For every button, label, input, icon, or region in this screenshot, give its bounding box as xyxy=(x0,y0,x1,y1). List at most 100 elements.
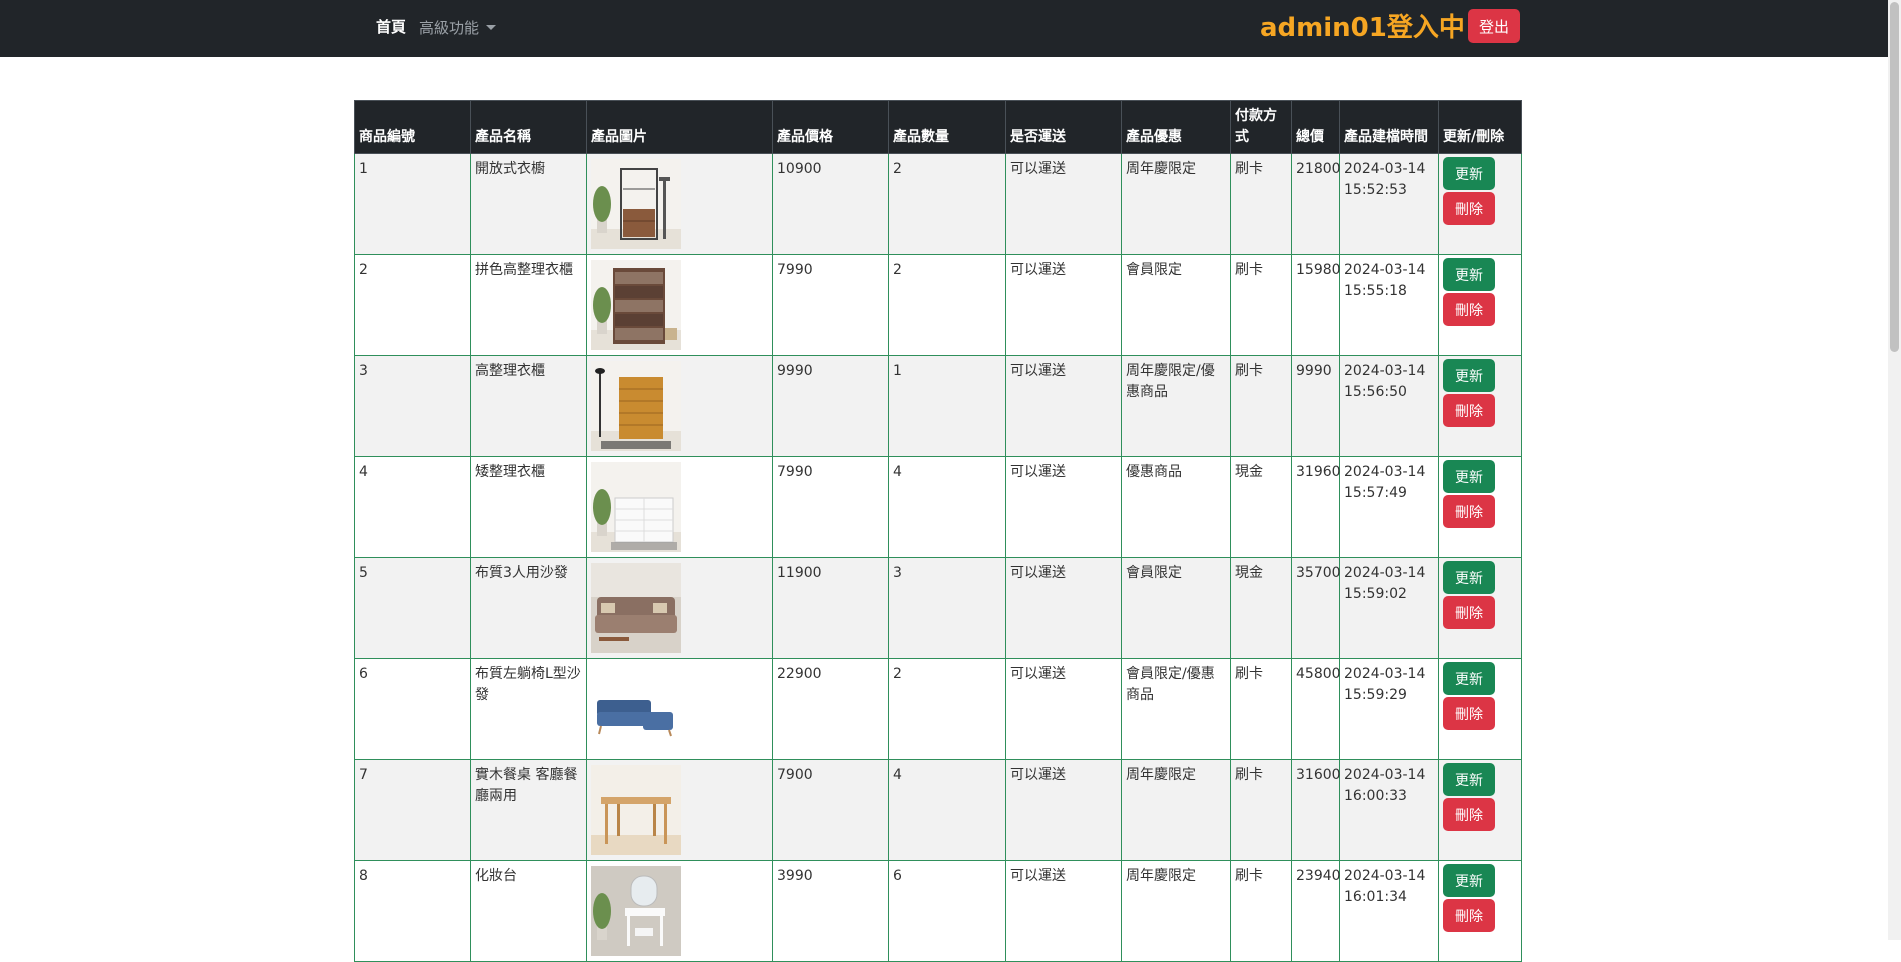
promo-cell: 周年慶限定 xyxy=(1121,759,1231,861)
product-id-cell: 6 xyxy=(354,658,471,760)
table-body: 1 開放式衣櫥 10900 2 可以運送 周年慶限定 刷卡 21800 2024-03-14 1… xyxy=(354,153,1522,962)
update-button[interactable]: 更新 xyxy=(1443,864,1495,897)
promo-cell: 會員限定 xyxy=(1121,557,1231,659)
login-status-text: admin01登入中! xyxy=(1260,13,1477,43)
delete-button[interactable]: 刪除 xyxy=(1443,899,1495,932)
delete-button[interactable]: 刪除 xyxy=(1443,495,1495,528)
nav-home-link[interactable]: 首頁 xyxy=(376,16,406,37)
delete-button[interactable]: 刪除 xyxy=(1443,798,1495,831)
product-image-cell xyxy=(586,254,773,356)
update-button[interactable]: 更新 xyxy=(1443,258,1495,291)
actions-cell: 更新 刪除 xyxy=(1438,254,1522,356)
actions-cell: 更新 刪除 xyxy=(1438,557,1522,659)
product-name-cell: 布質左躺椅L型沙發 xyxy=(470,658,587,760)
product-thumbnail xyxy=(591,159,681,249)
delete-button[interactable]: 刪除 xyxy=(1443,192,1495,225)
promo-cell: 優惠商品 xyxy=(1121,456,1231,558)
header-product-image: 產品圖片 xyxy=(586,100,773,154)
shipping-cell: 可以運送 xyxy=(1005,153,1122,255)
product-name-cell: 矮整理衣櫃 xyxy=(470,456,587,558)
promo-cell: 周年慶限定/優惠商品 xyxy=(1121,355,1231,457)
actions-cell: 更新 刪除 xyxy=(1438,759,1522,861)
caret-down-icon xyxy=(486,25,497,30)
table-row: 5 布質3人用沙發 11900 3 可以運送 會員限定 現金 35700 2024-03-14 … xyxy=(354,557,1522,659)
product-qty-cell: 6 xyxy=(888,860,1006,962)
product-price-cell: 11900 xyxy=(772,557,889,659)
update-button[interactable]: 更新 xyxy=(1443,359,1495,392)
payment-cell: 刷卡 xyxy=(1230,860,1292,962)
product-image-cell xyxy=(586,355,773,457)
product-thumbnail xyxy=(591,462,681,552)
payment-cell: 現金 xyxy=(1230,456,1292,558)
table-row: 1 開放式衣櫥 10900 2 可以運送 周年慶限定 刷卡 21800 2024-03-14 1… xyxy=(354,153,1522,255)
product-image-cell xyxy=(586,456,773,558)
update-button[interactable]: 更新 xyxy=(1443,157,1495,190)
nav-advanced-dropdown[interactable]: 高級功能 xyxy=(419,17,497,38)
actions-cell: 更新 刪除 xyxy=(1438,355,1522,457)
header-product-id: 商品編號 xyxy=(354,100,471,154)
product-name-cell: 開放式衣櫥 xyxy=(470,153,587,255)
product-image-cell xyxy=(586,759,773,861)
actions-cell: 更新 刪除 xyxy=(1438,153,1522,255)
product-id-cell: 7 xyxy=(354,759,471,861)
product-image-cell xyxy=(586,860,773,962)
header-promo: 產品優惠 xyxy=(1121,100,1231,154)
product-qty-cell: 4 xyxy=(888,759,1006,861)
product-image-cell xyxy=(586,658,773,760)
header-payment: 付款方式 xyxy=(1230,100,1292,154)
product-name-cell: 拼色高整理衣櫃 xyxy=(470,254,587,356)
header-product-qty: 產品數量 xyxy=(888,100,1006,154)
update-button[interactable]: 更新 xyxy=(1443,662,1495,695)
product-qty-cell: 1 xyxy=(888,355,1006,457)
logout-button[interactable]: 登出 xyxy=(1468,9,1520,43)
product-id-cell: 2 xyxy=(354,254,471,356)
product-price-cell: 3990 xyxy=(772,860,889,962)
product-image-cell xyxy=(586,153,773,255)
update-button[interactable]: 更新 xyxy=(1443,460,1495,493)
total-cell: 21800 xyxy=(1291,153,1341,255)
product-name-cell: 化妝台 xyxy=(470,860,587,962)
table-row: 6 布質左躺椅L型沙發 22900 2 可以運送 會員限定/優惠商品 刷卡 45800 2024… xyxy=(354,658,1522,760)
actions-cell: 更新 刪除 xyxy=(1438,658,1522,760)
created-time-cell: 2024-03-14 15:57:49 xyxy=(1339,456,1439,558)
page-scrollbar[interactable] xyxy=(1888,0,1901,940)
promo-cell: 周年慶限定 xyxy=(1121,153,1231,255)
shipping-cell: 可以運送 xyxy=(1005,254,1122,356)
payment-cell: 現金 xyxy=(1230,557,1292,659)
total-cell: 31960 xyxy=(1291,456,1341,558)
table-row: 8 化妝台 3990 6 可以運送 周年慶限定 刷卡 23940 2024-03-14 16:0… xyxy=(354,860,1522,962)
total-cell: 9990 xyxy=(1291,355,1340,457)
delete-button[interactable]: 刪除 xyxy=(1443,697,1495,730)
total-cell: 15980 xyxy=(1291,254,1341,356)
table-row: 7 實木餐桌 客廳餐廳兩用 7900 4 可以運送 周年慶限定 刷卡 31600 2024-03… xyxy=(354,759,1522,861)
product-price-cell: 7990 xyxy=(772,254,889,356)
actions-cell: 更新 刪除 xyxy=(1438,456,1522,558)
header-product-price: 產品價格 xyxy=(772,100,889,154)
total-cell: 35700 xyxy=(1291,557,1341,659)
delete-button[interactable]: 刪除 xyxy=(1443,596,1495,629)
product-id-cell: 4 xyxy=(354,456,471,558)
created-time-cell: 2024-03-14 15:55:18 xyxy=(1339,254,1439,356)
product-price-cell: 10900 xyxy=(772,153,889,255)
table-row: 3 高整理衣櫃 9990 1 可以運送 周年慶限定/優惠商品 刷卡 9990 2024-03-1… xyxy=(354,355,1522,457)
table-row: 2 拼色高整理衣櫃 7990 2 可以運送 會員限定 刷卡 15980 2024-03-14 1… xyxy=(354,254,1522,356)
product-thumbnail xyxy=(591,260,681,350)
table-header-row: 商品編號 產品名稱 產品圖片 產品價格 產品數量 是否運送 產品優惠 付款方式 總價 產品建檔時間… xyxy=(354,100,1522,154)
promo-cell: 會員限定 xyxy=(1121,254,1231,356)
delete-button[interactable]: 刪除 xyxy=(1443,293,1495,326)
product-price-cell: 7990 xyxy=(772,456,889,558)
update-button[interactable]: 更新 xyxy=(1443,763,1495,796)
shipping-cell: 可以運送 xyxy=(1005,557,1122,659)
payment-cell: 刷卡 xyxy=(1230,759,1292,861)
payment-cell: 刷卡 xyxy=(1230,658,1292,760)
update-button[interactable]: 更新 xyxy=(1443,561,1495,594)
total-cell: 31600 xyxy=(1291,759,1341,861)
created-time-cell: 2024-03-14 15:52:53 xyxy=(1339,153,1439,255)
delete-button[interactable]: 刪除 xyxy=(1443,394,1495,427)
created-time-cell: 2024-03-14 16:01:34 xyxy=(1339,860,1439,962)
scrollbar-thumb[interactable] xyxy=(1890,2,1899,352)
product-thumbnail xyxy=(591,765,681,855)
product-qty-cell: 3 xyxy=(888,557,1006,659)
product-price-cell: 9990 xyxy=(772,355,889,457)
promo-cell: 會員限定/優惠商品 xyxy=(1121,658,1231,760)
